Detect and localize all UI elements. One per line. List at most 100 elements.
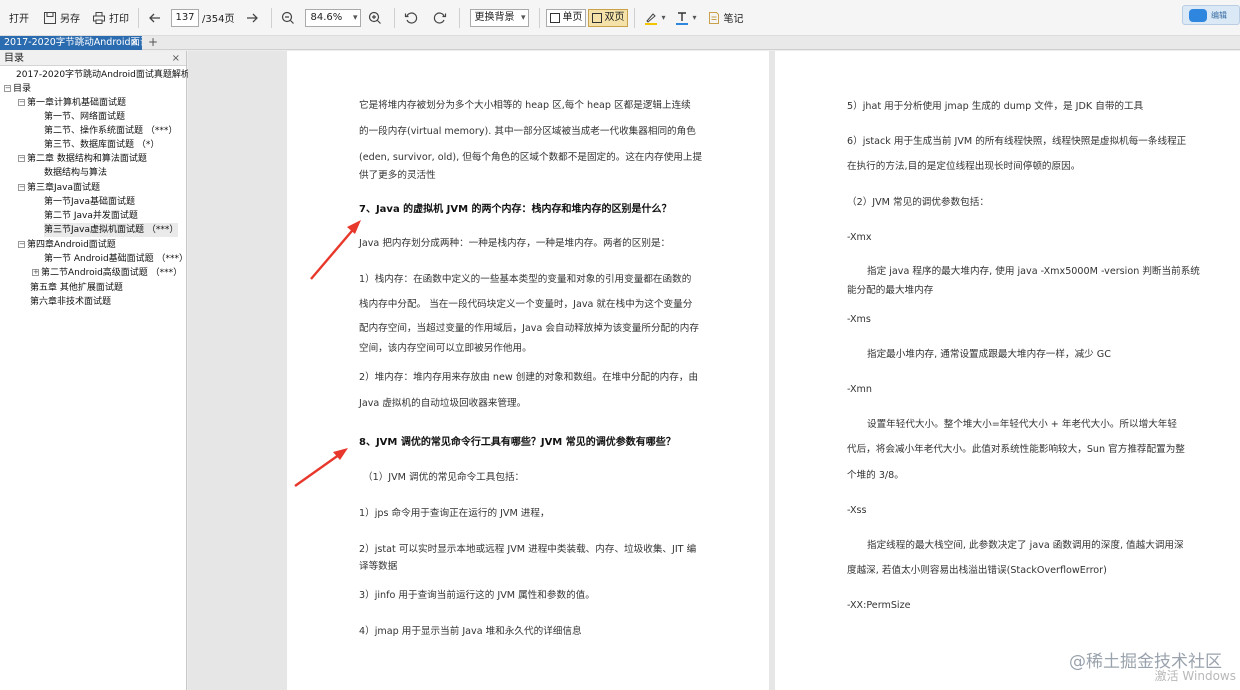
highlight-button[interactable]: ▾: [641, 6, 668, 30]
text-line: 6）jstack 用于生成当前 JVM 的所有线程快照，线程快照是虚拟机每一条线…: [847, 136, 1187, 147]
tab-bar: 2017-2020字节跳动Android面试 × +: [0, 36, 1240, 50]
toc-sidebar: 目录 × 2017-2020字节跳动Android面试真题解析 − 目录 − 第一章…: [0, 51, 190, 690]
toc-item[interactable]: 数据结构与算法: [44, 166, 107, 180]
red-arrow-annotation: [310, 220, 361, 280]
prev-page-button[interactable]: [145, 6, 168, 30]
document-tab[interactable]: 2017-2020字节跳动Android面试: [0, 36, 142, 50]
tab-close-icon[interactable]: ×: [130, 36, 138, 50]
zoom-select[interactable]: 84.6%: [305, 8, 362, 27]
single-page-label: 单页: [562, 11, 583, 23]
toc-item[interactable]: − 第三章Java面试题: [18, 181, 100, 195]
rotate-right-button[interactable]: [430, 6, 453, 30]
toolbar-divider: [634, 7, 636, 28]
param-name: -Xmx: [847, 232, 872, 243]
toc-item[interactable]: − 第一章计算机基础面试题: [18, 96, 126, 110]
single-page-icon: [550, 12, 561, 23]
collapse-icon[interactable]: −: [4, 85, 11, 92]
floating-edit-button[interactable]: 编辑: [1182, 5, 1240, 25]
text-line: （2）JVM 常见的调优参数包括：: [847, 197, 989, 208]
text-line: 在执行的方法,目的是定位线程出现长时间停顿的原因。: [847, 161, 1081, 172]
text-line: 1）栈内存：在函数中定义的一些基本类型的变量和对象的引用变量都在函数的: [359, 274, 692, 285]
toolbar-divider: [271, 7, 273, 28]
text-line: 3）jinfo 用于查询当前运行这的 JVM 属性和参数的值。: [359, 590, 595, 601]
floating-edit-label: 编辑: [1211, 11, 1227, 20]
expand-icon[interactable]: +: [32, 269, 39, 276]
arrow-left-icon: [149, 13, 160, 22]
text-line: 设置年轻代大小。整个堆大小=年轻代大小 + 年老代大小。所以增大年轻: [867, 419, 1177, 430]
text-line: 代后，将会减小年老代大小。此值对系统性能影响较大，Sun 官方推荐配置为整: [847, 444, 1185, 455]
next-page-button[interactable]: [242, 6, 265, 30]
red-arrow-annotation: [294, 448, 348, 487]
add-tab-icon[interactable]: +: [148, 36, 158, 49]
toolbar: 打开 另存 打印 137 /354页 84.6% 更换背景 单页 双页: [0, 0, 1240, 36]
text-color-icon: [676, 11, 689, 25]
text-line: 栈内存中分配。 当在一段代码块定义一个变量时，Java 就在栈中为这个变量分: [359, 299, 693, 310]
toc-item[interactable]: 第一节、网络面试题: [44, 110, 125, 124]
param-name: -Xss: [847, 505, 867, 516]
zoom-out-icon: [282, 11, 295, 24]
text-line: Java 把内存划分成两种：一种是栈内存，一种是堆内存。两者的区别是：: [359, 238, 671, 249]
toolbar-divider: [138, 7, 139, 28]
double-page-button[interactable]: 双页: [588, 8, 629, 27]
document-viewer[interactable]: 它是将堆内存被划分为多个大小相等的 heap 区,每个 heap 区都是逻辑上连…: [188, 51, 1240, 690]
notes-button[interactable]: 笔记: [704, 6, 747, 30]
toc-item[interactable]: 第六章非技术面试题: [30, 295, 111, 309]
collapse-icon[interactable]: −: [18, 241, 25, 248]
saveas-button[interactable]: 另存: [40, 6, 83, 30]
cloud-icon: [1189, 9, 1207, 22]
question-heading: 8、JVM 调优的常见命令行工具有哪些？JVM 常见的调优参数有哪些？: [359, 437, 676, 448]
toc-item[interactable]: 第二节 Java并发面试题: [44, 209, 138, 223]
text-line: 指定 java 程序的最大堆内存, 使用 java -Xmx5000M -ver…: [867, 266, 1200, 277]
param-name: -Xmn: [847, 384, 872, 395]
toc-item[interactable]: − 第二章 数据结构和算法面试题: [18, 152, 147, 166]
text-line: 空间，该内存空间可以立即被另作他用。: [359, 343, 532, 354]
chevron-down-icon: ▾: [661, 13, 666, 22]
toc-item[interactable]: − 第四章Android面试题: [18, 238, 116, 252]
print-button[interactable]: 打印: [89, 6, 132, 30]
toc-item[interactable]: 第二节、操作系统面试题 （***）: [44, 124, 177, 138]
toc-item[interactable]: 2017-2020字节跳动Android面试真题解析: [16, 68, 190, 82]
zoom-in-button[interactable]: [365, 6, 388, 30]
text-line: 个堆的 3/8。: [847, 470, 904, 481]
toc-item[interactable]: − 目录: [4, 82, 31, 96]
text-line: 2）堆内存：堆内存用来存放由 new 创建的对象和数组。在堆中分配的内存，由: [359, 372, 699, 383]
toc-item[interactable]: 第五章 其他扩展面试题: [30, 281, 123, 295]
toolbar-divider: [539, 7, 541, 28]
toc-item[interactable]: 第三节、数据库面试题 （*）: [44, 138, 159, 152]
close-icon[interactable]: ×: [172, 51, 180, 66]
collapse-icon[interactable]: −: [18, 99, 25, 106]
print-label: 打印: [109, 14, 129, 25]
page-left: 它是将堆内存被划分为多个大小相等的 heap 区,每个 heap 区都是逻辑上连…: [287, 51, 769, 690]
param-name: -Xms: [847, 314, 871, 325]
text-line: 能分配的最大堆内存: [847, 285, 934, 296]
text-color-button[interactable]: ▾: [672, 6, 699, 30]
site-watermark: @稀土掘金技术社区: [1069, 652, 1222, 672]
text-line: 2）jstat 可以实时显示本地或远程 JVM 进程中类装载、内存、垃圾收集、J…: [359, 544, 697, 555]
toolbar-divider: [459, 7, 461, 28]
text-line: 它是将堆内存被划分为多个大小相等的 heap 区,每个 heap 区都是逻辑上连…: [359, 100, 691, 111]
toc-header: 目录 ×: [0, 51, 186, 66]
zoom-out-button[interactable]: [278, 6, 301, 30]
question-heading: 7、Java 的虚拟机 JVM 的两个内存：栈内存和堆内存的区别是什么？: [359, 204, 672, 215]
toc-item[interactable]: 第一节Java基础面试题: [44, 195, 135, 209]
highlighter-icon: [645, 12, 658, 25]
single-page-button[interactable]: 单页: [546, 8, 587, 27]
printer-icon: [93, 11, 105, 24]
note-icon: [708, 11, 719, 24]
text-line: 1）jps 命令用于查询正在运行的 JVM 进程，: [359, 508, 550, 519]
text-line: 配内存空间，当超过变量的作用域后，Java 会自动释放掉为该变量所分配的内存: [359, 323, 699, 334]
document-tab-title: 2017-2020字节跳动Android面试: [4, 37, 142, 48]
page-number-input[interactable]: 137: [171, 8, 199, 27]
rotate-left-button[interactable]: [401, 6, 424, 30]
toc-item[interactable]: + 第二节Android高级面试题 （***）: [32, 266, 182, 280]
rotate-right-icon: [434, 11, 447, 24]
collapse-icon[interactable]: −: [18, 184, 25, 191]
collapse-icon[interactable]: −: [18, 155, 25, 162]
double-page-label: 双页: [604, 11, 625, 23]
background-select[interactable]: 更换背景: [470, 8, 530, 27]
zoom-in-icon: [369, 11, 382, 24]
open-button[interactable]: 打开: [6, 6, 32, 30]
toc-item[interactable]: 第一节 Android基础面试题 （***）: [44, 252, 188, 266]
double-page-icon: [592, 12, 603, 23]
toc-item-selected[interactable]: 第三节Java虚拟机面试题 （***）: [44, 223, 179, 237]
